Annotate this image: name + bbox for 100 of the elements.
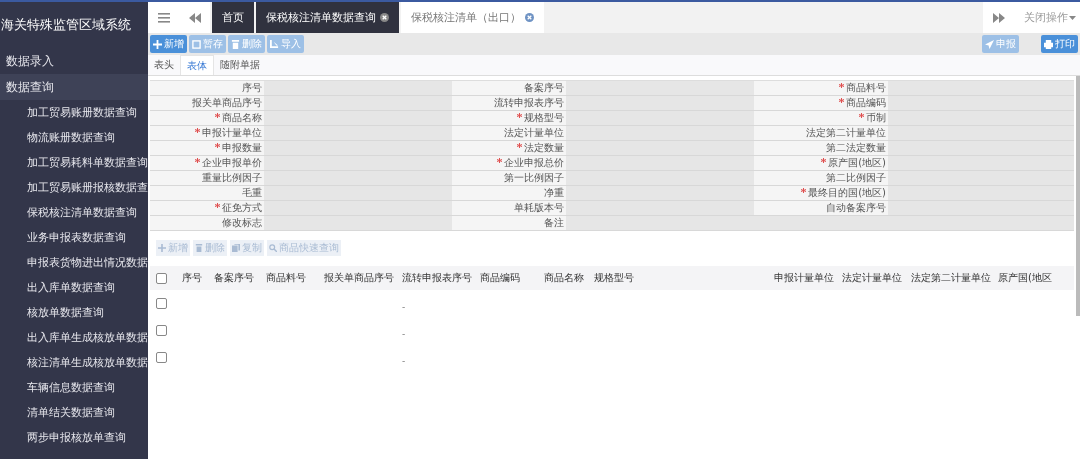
required-icon bbox=[215, 113, 220, 118]
input-field[interactable] bbox=[888, 156, 1074, 170]
field-label: 修改标志 bbox=[150, 216, 264, 230]
required-icon bbox=[195, 128, 200, 133]
required-icon bbox=[215, 143, 220, 148]
input-field[interactable] bbox=[264, 96, 452, 110]
field-label: 商品名称 bbox=[150, 111, 264, 125]
tab[interactable]: 保税核注清单数据查询 bbox=[256, 2, 399, 33]
scroll-left-icon[interactable] bbox=[179, 2, 210, 33]
input-field[interactable] bbox=[264, 171, 452, 185]
required-icon bbox=[821, 158, 827, 163]
sidebar-item[interactable]: 车辆信息数据查询 bbox=[0, 375, 148, 400]
field-label: 自动备案序号 bbox=[754, 201, 888, 215]
sidebar-item[interactable]: 申报表货物进出情况数据 bbox=[0, 250, 148, 275]
sidebar-item[interactable]: 物流账册数据查询 bbox=[0, 125, 148, 150]
input-field[interactable] bbox=[264, 216, 452, 230]
input-field[interactable] bbox=[888, 111, 1074, 125]
field-label: 备案序号 bbox=[452, 81, 566, 95]
required-icon bbox=[517, 113, 522, 118]
required-icon bbox=[195, 158, 200, 163]
input-field[interactable] bbox=[888, 81, 1074, 95]
field-label: 毛重 bbox=[150, 186, 264, 200]
sidebar-group[interactable]: 数据查询 bbox=[0, 74, 148, 100]
app-title: 海关特殊监管区域系统 bbox=[0, 16, 132, 34]
field-label: 报关单商品序号 bbox=[150, 96, 264, 110]
field-label: 商品编码 bbox=[754, 96, 888, 110]
sidebar-item[interactable]: 业务申报表数据查询 bbox=[0, 225, 148, 250]
required-icon bbox=[839, 83, 844, 88]
input-field[interactable] bbox=[888, 141, 1074, 155]
sub-tab[interactable]: 表头 bbox=[148, 55, 180, 75]
field-label: 法定计量单位 bbox=[452, 126, 566, 140]
tab[interactable]: 保税核注清单（出口） bbox=[401, 2, 544, 33]
sub-tab[interactable]: 随附单据 bbox=[214, 55, 266, 75]
field-label: 法定第二计量单位 bbox=[754, 126, 888, 140]
sidebar-item[interactable]: 清单结关数据查询 bbox=[0, 400, 148, 425]
row-checkbox[interactable] bbox=[156, 325, 167, 336]
sidebar-item[interactable]: 核注清单生成核放单数据 bbox=[0, 350, 148, 375]
sidebar-item[interactable]: 两步申报核放单查询 bbox=[0, 425, 148, 450]
sidebar-group[interactable]: 数据录入 bbox=[0, 48, 148, 74]
input-field[interactable] bbox=[888, 171, 1074, 185]
row-checkbox[interactable] bbox=[156, 352, 167, 363]
table-cell-text: - bbox=[402, 301, 407, 312]
input-field[interactable] bbox=[566, 111, 754, 125]
caret-icon bbox=[1069, 15, 1076, 20]
field-label: 币制 bbox=[754, 111, 888, 125]
column-header: 申报计量单位 bbox=[774, 271, 835, 285]
field-label: 第一比例因子 bbox=[452, 171, 566, 185]
printer-icon bbox=[1044, 39, 1053, 49]
sidebar-item[interactable]: 出入库单数据查询 bbox=[0, 275, 148, 300]
select-all-checkbox[interactable] bbox=[156, 272, 167, 284]
send-icon bbox=[985, 39, 994, 49]
plus-icon bbox=[158, 244, 166, 252]
field-label: 备注 bbox=[452, 216, 566, 230]
input-field[interactable] bbox=[888, 96, 1074, 110]
input-field[interactable] bbox=[566, 201, 754, 215]
input-field[interactable] bbox=[264, 81, 452, 95]
sidebar-item[interactable]: 出入库单生成核放单数据 bbox=[0, 325, 148, 350]
sidebar-item[interactable]: 加工贸易账册报核数据查 bbox=[0, 175, 148, 200]
sub-tab[interactable]: 表体 bbox=[180, 55, 214, 75]
field-label: 商品料号 bbox=[754, 81, 888, 95]
column-header: 商品名称 bbox=[544, 271, 585, 285]
field-label: 企业申报总价 bbox=[452, 156, 566, 170]
column-header: 报关单商品序号 bbox=[324, 271, 395, 285]
menu-icon[interactable] bbox=[148, 2, 179, 33]
sidebar-item[interactable]: 加工贸易耗料单数据查询 bbox=[0, 150, 148, 175]
input-field[interactable] bbox=[264, 126, 452, 140]
input-field[interactable] bbox=[264, 201, 452, 215]
input-field[interactable] bbox=[888, 201, 1074, 215]
input-field[interactable] bbox=[566, 96, 754, 110]
input-field[interactable] bbox=[566, 171, 754, 185]
scrollbar[interactable] bbox=[1076, 76, 1080, 316]
field-label: 原产国(地区) bbox=[754, 156, 888, 170]
input-field[interactable] bbox=[566, 156, 754, 170]
tab[interactable]: 首页 bbox=[212, 2, 254, 33]
input-field[interactable] bbox=[566, 81, 754, 95]
column-header: 商品编码 bbox=[480, 271, 521, 285]
sidebar-item[interactable]: 核放单数据查询 bbox=[0, 300, 148, 325]
input-field[interactable] bbox=[264, 156, 452, 170]
column-header: 原产国(地区 bbox=[998, 271, 1053, 285]
input-field[interactable] bbox=[566, 186, 754, 200]
input-field[interactable] bbox=[264, 141, 452, 155]
column-header: 序号 bbox=[182, 271, 203, 285]
input-field[interactable] bbox=[566, 141, 754, 155]
field-label: 第二法定数量 bbox=[754, 141, 888, 155]
sidebar-item[interactable]: 加工贸易账册数据查询 bbox=[0, 100, 148, 125]
row-checkbox[interactable] bbox=[156, 298, 167, 309]
input-field[interactable] bbox=[566, 216, 754, 230]
sidebar-item[interactable]: 保税核注清单数据查询 bbox=[0, 200, 148, 225]
input-field[interactable] bbox=[566, 126, 754, 140]
scroll-right-icon[interactable] bbox=[983, 2, 1014, 33]
field-label: 净重 bbox=[452, 186, 566, 200]
input-field[interactable] bbox=[888, 186, 1074, 200]
required-icon bbox=[839, 98, 844, 103]
input-field[interactable] bbox=[264, 186, 452, 200]
required-icon bbox=[215, 203, 220, 208]
search-icon bbox=[269, 244, 277, 252]
trash-icon bbox=[231, 39, 240, 49]
input-field[interactable] bbox=[888, 126, 1074, 140]
close-icon[interactable] bbox=[380, 13, 389, 22]
input-field[interactable] bbox=[264, 111, 452, 125]
